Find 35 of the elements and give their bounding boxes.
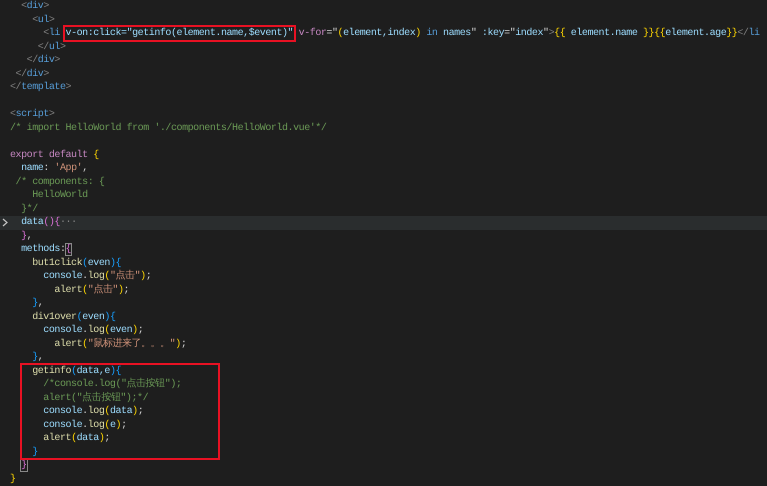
code-line: /* import HelloWorld from './components/HelloWorld.vue'*/ xyxy=(10,122,326,135)
code-line: <script> xyxy=(10,108,54,122)
code-line: <li v-on:click="getinfo(element.name,$event)" v-for="(element,index) in names" :key="index">{{ element.name }}{{element.age}}</li xyxy=(10,27,760,40)
code-line: name: 'App', xyxy=(20,162,88,176)
code-line: alert("鼠标进来了。。。"); xyxy=(53,338,186,351)
code-line: <div> xyxy=(20,0,49,14)
code-line: /*console.log("点击按钮"); xyxy=(42,378,182,392)
code-line: </div> xyxy=(26,54,60,68)
code-line: alert(data); xyxy=(42,432,110,446)
code-line: getinfo(data,e){ xyxy=(31,364,122,378)
code-line: <ul> xyxy=(31,14,54,27)
code-line: </ul> xyxy=(36,40,66,54)
code-line: console.log(e); xyxy=(42,418,127,432)
code-line: export default { xyxy=(10,148,99,162)
code-line: alert("点击按钮");*/ xyxy=(42,392,148,405)
code-line: console.log("点击"); xyxy=(42,270,152,284)
code-line: } xyxy=(31,446,38,459)
code-line: console.log(even); xyxy=(42,324,144,338)
code-line: }, xyxy=(31,297,44,310)
code-line: but1click(even){ xyxy=(31,256,122,270)
code-line: methods:{ xyxy=(20,243,72,256)
code-line: }*/ xyxy=(20,202,38,216)
code-line: }, xyxy=(20,230,32,243)
code-line: console.log(data); xyxy=(42,405,144,418)
code-line: HelloWorld xyxy=(31,189,88,202)
code-line: data(){··· xyxy=(20,216,77,230)
code-line: </template> xyxy=(10,81,72,94)
code-line: /* components: { xyxy=(14,176,104,189)
code-line: div1over(even){ xyxy=(31,310,116,324)
code-line: </div> xyxy=(14,68,49,81)
chevron-right-icon[interactable] xyxy=(2,218,8,228)
code-line: }, xyxy=(31,351,44,364)
code-line: } xyxy=(10,472,16,486)
code-line: alert("点击"); xyxy=(53,284,130,297)
code-line: } xyxy=(20,459,27,472)
